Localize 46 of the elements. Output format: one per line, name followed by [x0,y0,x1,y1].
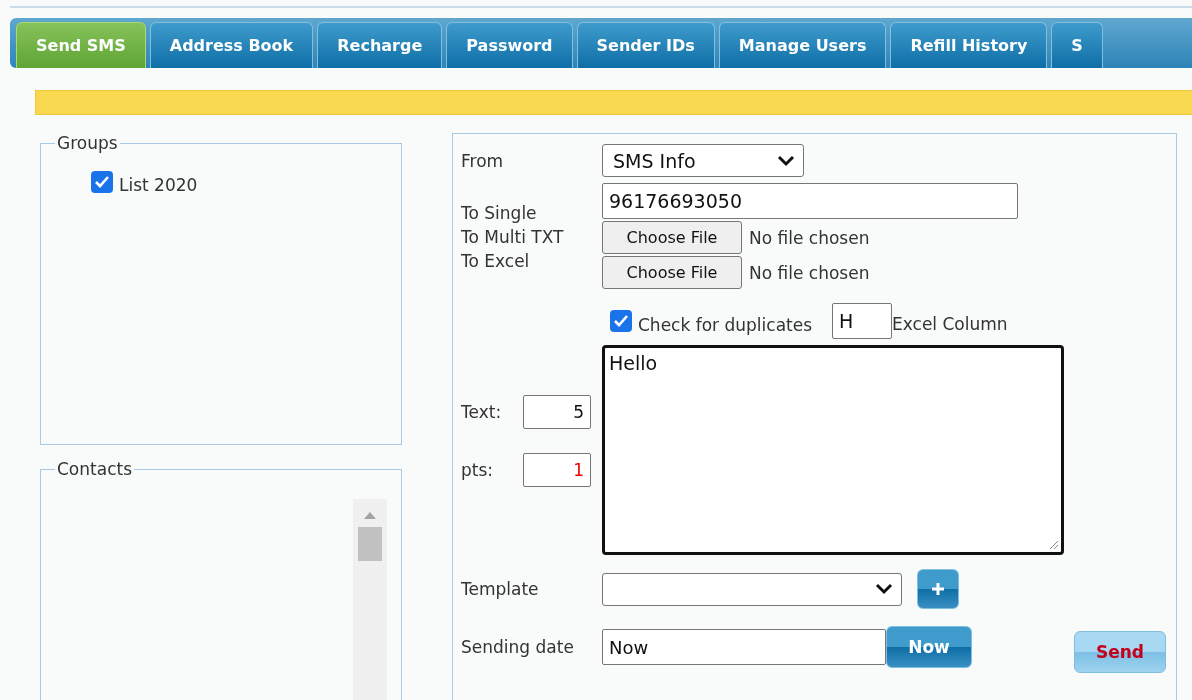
scrollbar[interactable] [353,499,387,700]
checkmark-icon [94,175,110,189]
field-label: Excel Column [892,314,1008,334]
field-label: Template [461,579,540,599]
checkbox[interactable] [610,310,632,332]
date-input[interactable]: Now [602,629,886,665]
now-button[interactable]: Now [886,626,972,668]
field-label: Text: [461,402,503,422]
plus-icon [931,582,945,596]
add-button[interactable] [917,569,959,609]
field-label: From [461,150,505,171]
choose-file-button[interactable]: Choose File [602,256,742,289]
tab[interactable]: Password [446,22,573,68]
tab[interactable]: Recharge [317,22,443,68]
file-status: No file chosen [749,227,870,248]
column-input[interactable]: H [832,303,893,339]
field-label: To Multi TXT [461,226,565,249]
choose-file-button[interactable]: Choose File [602,221,742,254]
chevron-down-icon [875,583,893,595]
panel-title: Contacts [56,459,133,479]
checkbox-label: Check for duplicates [638,315,813,335]
tab[interactable]: Send SMS [16,22,146,68]
chevron-down-icon [777,154,795,167]
sender-select[interactable]: SMS Info [602,144,804,177]
parts-count-field: 1 [523,453,591,487]
field-label: pts: [461,460,495,480]
tab[interactable]: Manage Users [718,22,887,68]
tab[interactable]: Refill History [890,22,1048,68]
scroll-thumb[interactable] [358,527,382,561]
tab[interactable]: Address Book [149,22,314,68]
field-label: Sending date [461,637,575,657]
message-textarea[interactable]: Hello [602,345,1064,555]
resize-grip-icon[interactable] [1047,538,1059,550]
send-button[interactable]: Send [1074,631,1166,673]
field-label: To Excel [461,250,531,273]
group-label: List 2020 [119,175,198,195]
panel-title: Groups [56,133,119,153]
checkbox[interactable] [91,171,113,193]
phone-input[interactable]: 96176693050 [602,183,1018,219]
checkmark-icon [613,314,629,328]
field-label: To Single [461,202,538,225]
file-status: No file chosen [749,262,870,283]
tab[interactable]: Sender IDs [576,22,715,68]
tab[interactable]: S [1051,22,1103,68]
char-count-field: 5 [523,395,591,429]
template-select[interactable] [602,572,902,606]
